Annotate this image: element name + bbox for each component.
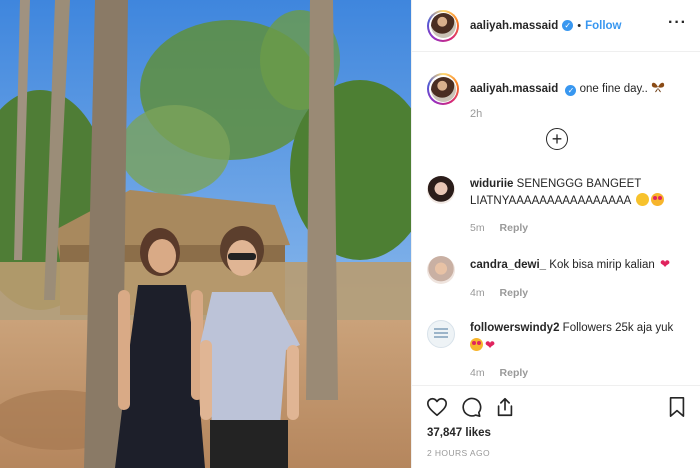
post-photo[interactable] xyxy=(0,0,411,468)
comment-username[interactable]: followerswindy2 xyxy=(470,322,559,334)
comment-username[interactable]: candra_dewi_ xyxy=(470,259,546,271)
follow-button[interactable]: Follow xyxy=(585,20,621,32)
separator-dot: • xyxy=(577,19,582,32)
post-actions: 37,847 likes 2 HOURS AGO xyxy=(412,385,700,468)
bookmark-icon[interactable] xyxy=(666,396,688,418)
heart-icon[interactable] xyxy=(426,396,448,418)
comment-icon[interactable] xyxy=(460,396,482,418)
reply-button[interactable]: Reply xyxy=(500,222,529,234)
comment-body: followerswindy2 Followers 25k aja yuk ❤ xyxy=(470,320,685,355)
photo-illustration xyxy=(0,0,411,468)
author-username[interactable]: aaliyah.massaid xyxy=(470,20,558,32)
comment-username[interactable]: widuriie xyxy=(470,178,513,190)
comment-avatar[interactable] xyxy=(427,256,455,284)
comment-body: widuriie SENENGGG BANGEET LIATNYAAAAAAAA… xyxy=(470,176,685,210)
heart-eyes-emoji-icon xyxy=(470,338,483,351)
heart-eyes-emoji-icon xyxy=(650,193,664,206)
comment-text: Followers 25k aja yuk xyxy=(562,322,674,334)
caption-time: 2h xyxy=(470,108,483,120)
red-heart-emoji-icon: ❤ xyxy=(659,257,671,271)
load-more-comments-icon[interactable]: + xyxy=(546,128,568,150)
likes-count[interactable]: 37,847 likes xyxy=(427,427,491,439)
author-avatar[interactable] xyxy=(427,9,459,42)
smile-emoji-icon xyxy=(635,193,649,206)
comment-avatar[interactable] xyxy=(427,320,455,348)
caption-avatar[interactable] xyxy=(427,73,459,105)
comment-time: 4m xyxy=(470,367,485,379)
comment-time: 4m xyxy=(470,287,485,299)
verified-badge-icon: ✓ xyxy=(562,20,574,31)
share-icon[interactable] xyxy=(494,396,516,418)
caption-text-line: aaliyah.massaid ✓ one fine day.. xyxy=(470,82,665,97)
post-timestamp: 2 HOURS AGO xyxy=(427,448,490,458)
reply-button[interactable]: Reply xyxy=(500,367,529,379)
comment-meta: 4m Reply xyxy=(470,367,528,379)
verified-badge-icon: ✓ xyxy=(565,85,577,96)
red-heart-emoji-icon: ❤ xyxy=(485,338,496,352)
comment-meta: 5m Reply xyxy=(470,222,528,234)
comments-list[interactable]: aaliyah.massaid ✓ one fine day.. 2h + wi… xyxy=(412,53,700,385)
caption-text: one fine day.. xyxy=(579,83,648,95)
comment-meta: 4m Reply xyxy=(470,287,528,299)
comment-time: 5m xyxy=(470,222,485,234)
comment-text: Kok bisa mirip kalian xyxy=(549,259,655,271)
reply-button[interactable]: Reply xyxy=(500,287,529,299)
post-header: aaliyah.massaid ✓ • Follow ··· xyxy=(412,0,700,52)
butterfly-icon xyxy=(651,82,665,93)
post-side-panel: aaliyah.massaid ✓ • Follow ··· aaliyah.m… xyxy=(411,0,700,468)
caption-username[interactable]: aaliyah.massaid xyxy=(470,83,558,95)
more-options-icon[interactable]: ··· xyxy=(668,15,687,31)
comment-body: candra_dewi_ Kok bisa mirip kalian ❤ xyxy=(470,256,685,274)
comment-avatar[interactable] xyxy=(427,176,455,204)
